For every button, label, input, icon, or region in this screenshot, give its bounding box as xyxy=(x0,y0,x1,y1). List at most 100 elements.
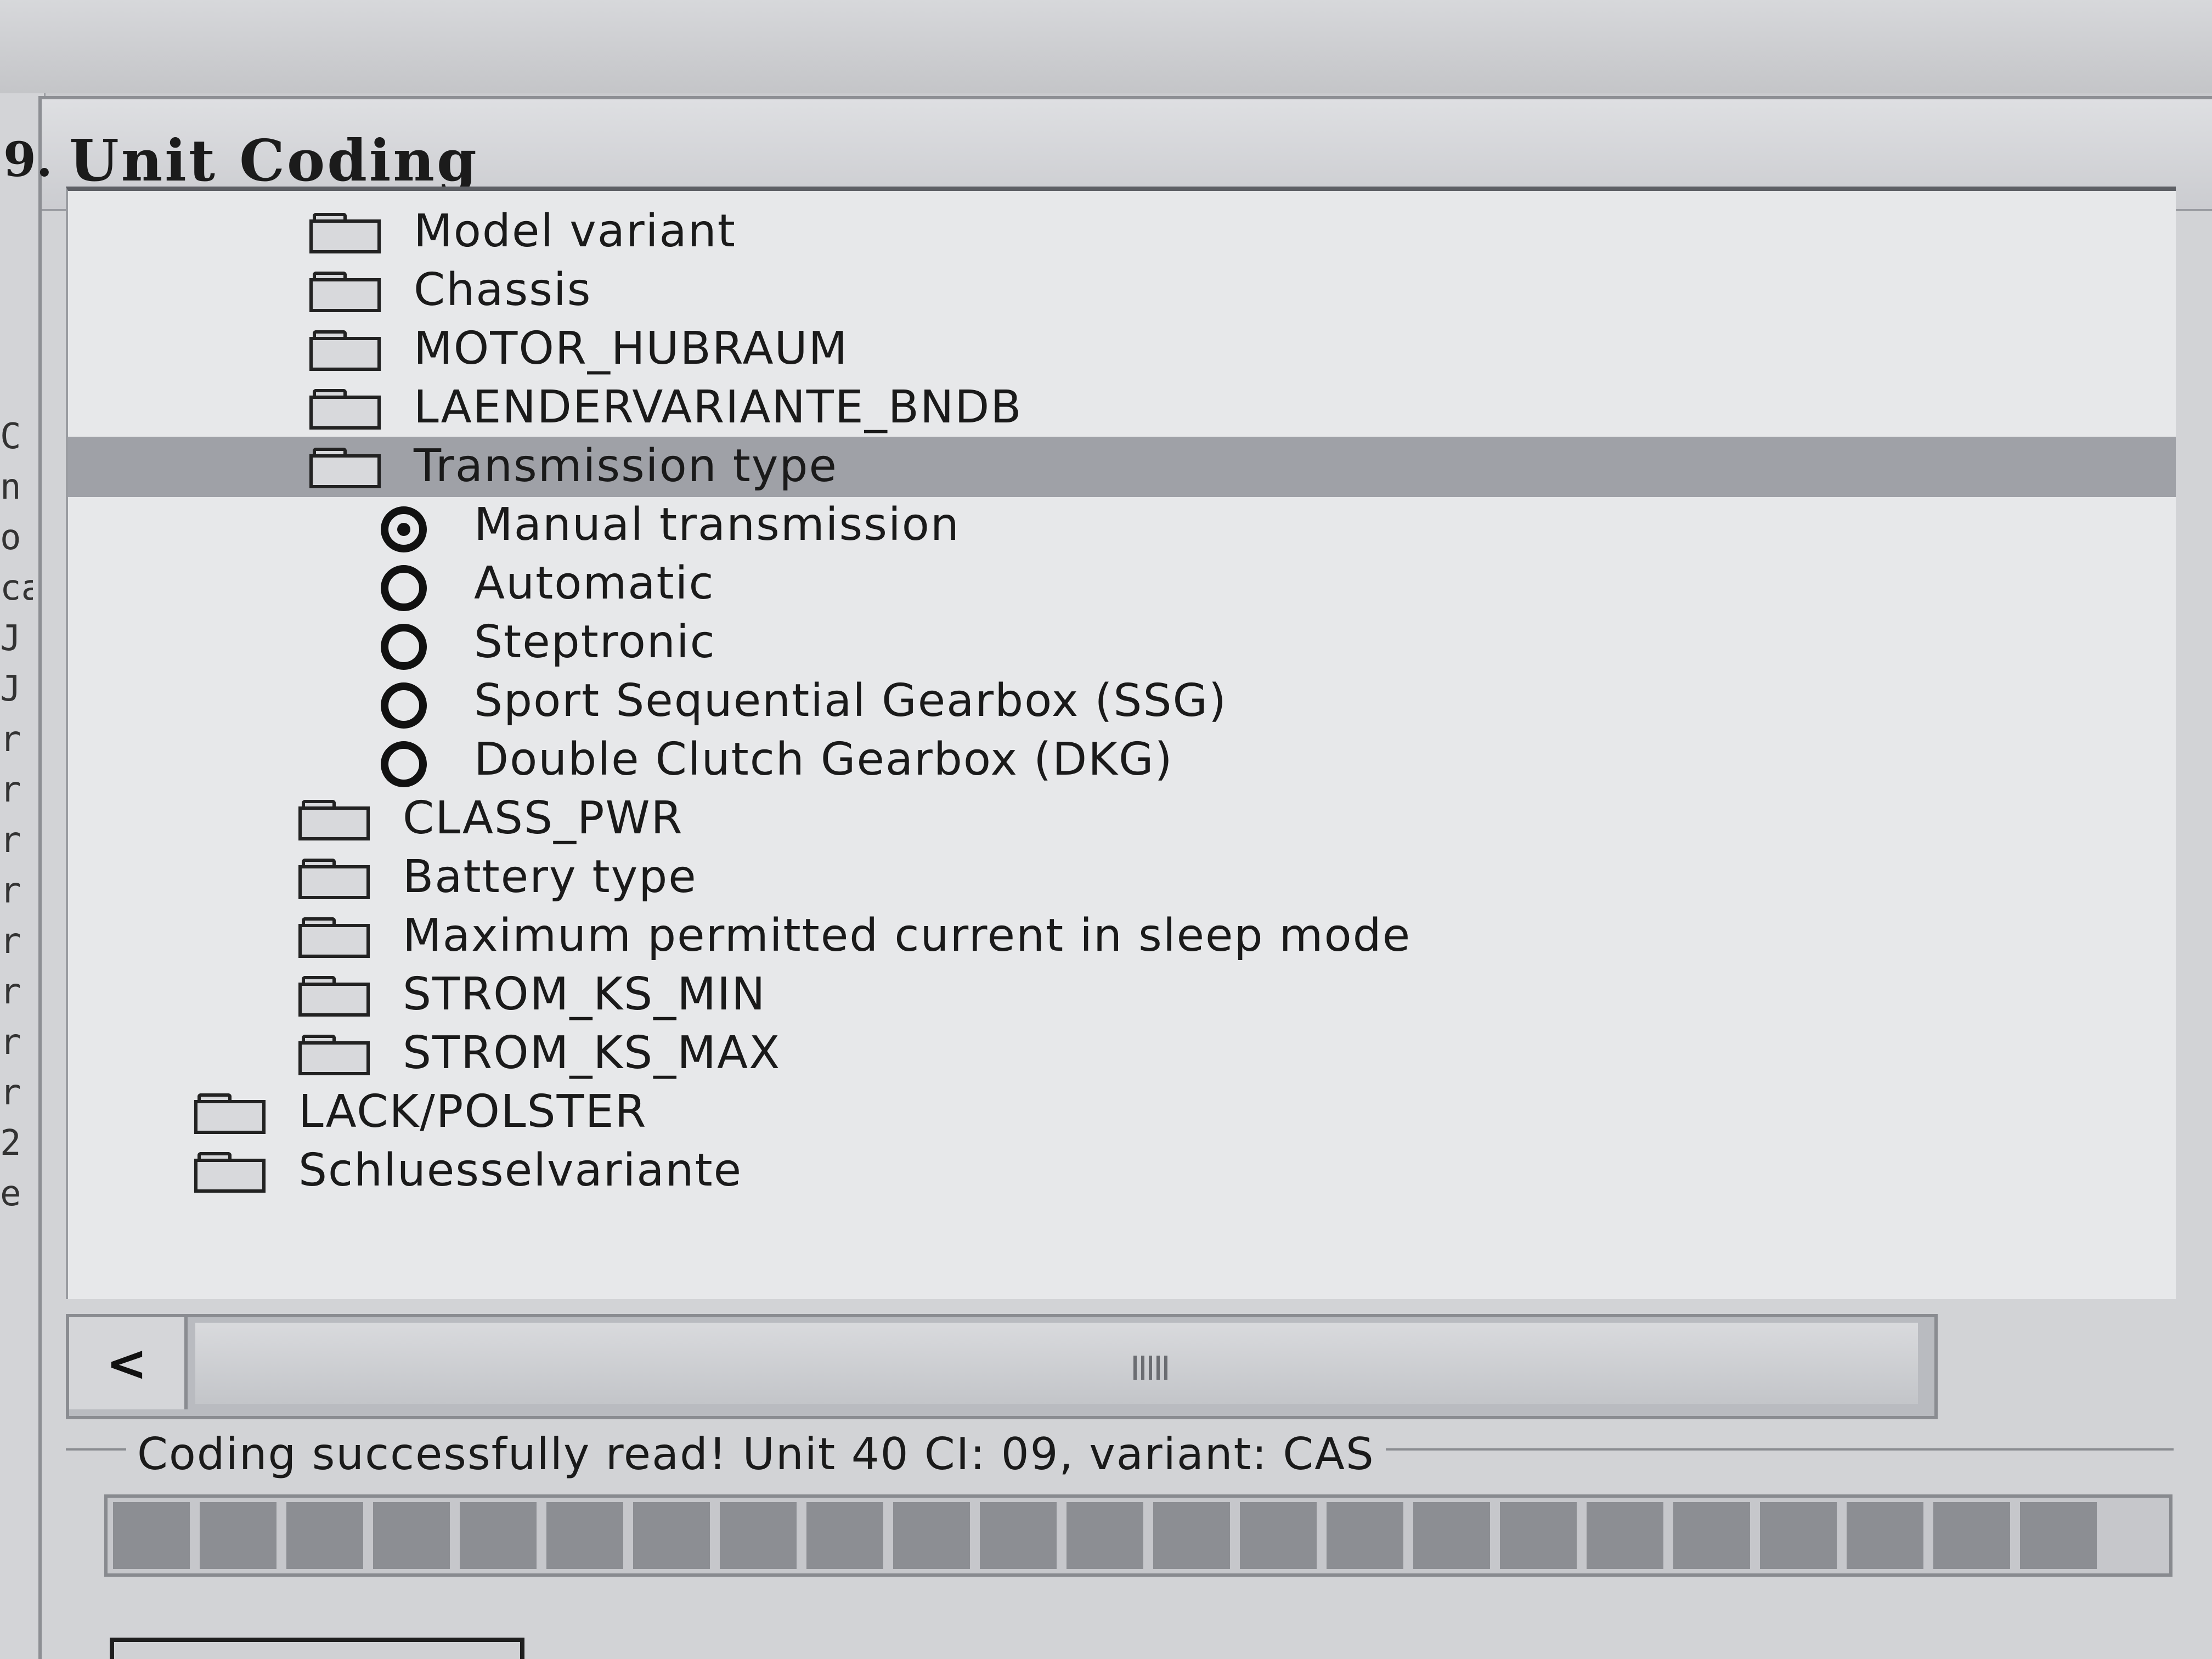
radio-option-automatic[interactable]: Automatic xyxy=(68,554,2176,614)
tree-node-strom-ks-min[interactable]: STROM_KS_MIN xyxy=(68,965,2176,1025)
progress-segment xyxy=(546,1502,623,1569)
folder-icon xyxy=(309,389,381,430)
scroll-left-button[interactable]: < xyxy=(69,1317,188,1409)
title-prefix: 9. xyxy=(3,132,53,188)
tree-node-strom-ks-max[interactable]: STROM_KS_MAX xyxy=(68,1024,2176,1084)
folder-icon xyxy=(298,800,370,840)
folder-icon xyxy=(309,448,381,488)
tree-node-lack-polster[interactable]: LACK/POLSTER xyxy=(68,1082,2176,1143)
progress-segment xyxy=(1240,1502,1317,1569)
tree-label: Transmission type xyxy=(414,440,838,492)
progress-segment xyxy=(1153,1502,1230,1569)
dialog-button[interactable] xyxy=(110,1638,524,1659)
tree-node-class-pwr[interactable]: CLASS_PWR xyxy=(68,789,2176,849)
tree-label: LACK/POLSTER xyxy=(298,1086,647,1138)
progress-segment xyxy=(1587,1502,1663,1569)
tree-label: MOTOR_HUBRAUM xyxy=(414,323,849,375)
tree-label: Maximum permitted current in sleep mode xyxy=(403,910,1412,962)
folder-icon xyxy=(298,859,370,899)
tree-label: LAENDERVARIANTE_BNDB xyxy=(414,381,1023,433)
background-glyph: r xyxy=(0,719,21,760)
progress-segment xyxy=(1673,1502,1750,1569)
progress-segment xyxy=(1413,1502,1490,1569)
tree-label: Chassis xyxy=(414,264,592,316)
tree-node-laendervariante-bndb[interactable]: LAENDERVARIANTE_BNDB xyxy=(68,378,2176,438)
tree-label: Steptronic xyxy=(474,616,716,668)
background-glyph: J xyxy=(0,669,21,709)
folder-icon xyxy=(309,272,381,312)
background-glyph: r xyxy=(0,820,21,861)
folder-icon xyxy=(309,213,381,253)
radio-unchecked-icon[interactable] xyxy=(381,741,427,787)
progress-segment xyxy=(893,1502,970,1569)
radio-unchecked-icon[interactable] xyxy=(381,682,427,729)
radio-option-double-clutch-gearbox-dkg[interactable]: Double Clutch Gearbox (DKG) xyxy=(68,730,2176,791)
background-glyph: r xyxy=(0,1073,21,1113)
tree-node-model-variant[interactable]: Model variant xyxy=(68,202,2176,262)
background-glyph: o xyxy=(0,517,21,558)
radio-unchecked-icon[interactable] xyxy=(381,565,427,611)
tree-label: Sport Sequential Gearbox (SSG) xyxy=(474,675,1228,727)
radio-unchecked-icon[interactable] xyxy=(381,624,427,670)
tree-node-schluesselvariante[interactable]: Schluesselvariante xyxy=(68,1141,2176,1201)
progress-segment xyxy=(806,1502,883,1569)
tree-node-motor-hubraum[interactable]: MOTOR_HUBRAUM xyxy=(68,319,2176,380)
progress-segment xyxy=(286,1502,363,1569)
background-glyph: ca xyxy=(0,568,33,608)
tree-label: CLASS_PWR xyxy=(403,792,684,844)
radio-option-steptronic[interactable]: Steptronic xyxy=(68,613,2176,673)
screen: Cn o ca J Jr r r r r r r r 2 e 9. Unit Coding Model v… xyxy=(0,0,2212,1659)
folder-icon xyxy=(298,976,370,1017)
folder-icon xyxy=(298,917,370,958)
folder-icon xyxy=(194,1093,266,1134)
radio-option-manual-transmission[interactable]: Manual transmission xyxy=(68,495,2176,556)
background-glyph: r xyxy=(0,972,21,1012)
progress-segment xyxy=(1327,1502,1403,1569)
background-glyph: r xyxy=(0,871,21,911)
tree-label: Model variant xyxy=(414,205,736,257)
progress-segment xyxy=(113,1502,190,1569)
coding-tree[interactable]: Model variant Chassis MOTOR_HUBRAUM LAENDER… xyxy=(66,187,2176,1299)
tree-label: Automatic xyxy=(474,557,715,610)
status-group: Coding successfully read! Unit 40 CI: 09… xyxy=(66,1429,2174,1577)
folder-icon xyxy=(309,330,381,371)
chevron-left-icon: < xyxy=(106,1334,148,1392)
background-glyph: J xyxy=(0,618,21,659)
tree-node-maximum-permitted-current-in-sleep-mode[interactable]: Maximum permitted current in sleep mode xyxy=(68,906,2176,967)
background-window-top xyxy=(0,0,2212,93)
dialog-title: Unit Coding xyxy=(69,127,479,194)
tree-label: Double Clutch Gearbox (DKG) xyxy=(474,733,1173,786)
status-message: Coding successfully read! Unit 40 CI: 09… xyxy=(126,1429,1386,1480)
progress-segment xyxy=(1760,1502,1837,1569)
progress-segment xyxy=(980,1502,1057,1569)
background-glyph: 2 xyxy=(0,1123,21,1164)
background-glyph: r xyxy=(0,921,21,962)
progress-segment xyxy=(1066,1502,1143,1569)
progress-bar xyxy=(104,1494,2172,1577)
tree-label: Manual transmission xyxy=(474,499,960,551)
progress-segment xyxy=(1847,1502,1923,1569)
folder-icon xyxy=(194,1152,266,1193)
tree-node-chassis[interactable]: Chassis xyxy=(68,261,2176,321)
grip-icon xyxy=(1133,1356,1172,1380)
background-glyph: C xyxy=(0,416,21,457)
progress-segment xyxy=(373,1502,450,1569)
tree-label: Battery type xyxy=(403,851,697,903)
progress-segment xyxy=(720,1502,797,1569)
background-glyph: e xyxy=(0,1173,21,1214)
progress-segment xyxy=(200,1502,276,1569)
tree-label: STROM_KS_MAX xyxy=(403,1027,781,1079)
background-glyph: r xyxy=(0,1022,21,1063)
progress-segment xyxy=(2020,1502,2097,1569)
tree-node-transmission-type[interactable]: Transmission type xyxy=(68,437,2176,497)
background-glyph: n xyxy=(0,467,21,507)
radio-checked-icon[interactable] xyxy=(381,506,427,552)
progress-segment xyxy=(460,1502,537,1569)
progress-segment xyxy=(1500,1502,1577,1569)
tree-node-battery-type[interactable]: Battery type xyxy=(68,848,2176,908)
scrollbar-thumb[interactable] xyxy=(195,1323,1918,1404)
radio-option-sport-sequential-gearbox-ssg[interactable]: Sport Sequential Gearbox (SSG) xyxy=(68,672,2176,732)
horizontal-scrollbar[interactable]: < xyxy=(66,1314,1938,1419)
background-text-column: Cn o ca J Jr r r r r r r r 2 e xyxy=(0,411,33,1219)
background-glyph: r xyxy=(0,770,21,810)
